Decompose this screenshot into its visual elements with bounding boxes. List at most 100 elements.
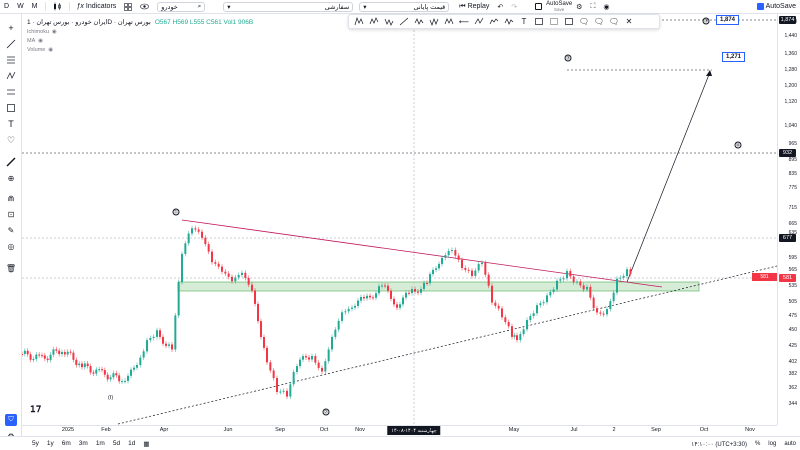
grid-icon — [124, 2, 133, 11]
range-5y[interactable]: 5y — [28, 440, 43, 447]
zigzag-tool-1[interactable] — [473, 16, 485, 27]
gear-icon: ⚙ — [576, 3, 583, 11]
range-6m[interactable]: 6m — [58, 440, 75, 447]
wave-label-2[interactable]: ② — [322, 408, 330, 416]
ruler-tool[interactable] — [5, 156, 17, 168]
candle-body — [58, 350, 61, 355]
autosave-right-button[interactable]: AutoSave — [753, 0, 800, 14]
range-3m[interactable]: 3m — [75, 440, 92, 447]
fullscreen-button[interactable]: ⛶ — [586, 0, 599, 14]
support-zone[interactable] — [177, 281, 700, 292]
rect-tool-2[interactable] — [563, 16, 575, 27]
candle-body — [484, 262, 487, 275]
autosave-toggle[interactable]: AutoSave Save — [546, 1, 572, 13]
timeframe-m[interactable]: M — [28, 0, 42, 14]
auto-toggle[interactable]: auto — [784, 441, 796, 447]
replay-button[interactable]: ⏮ Replay — [455, 0, 493, 14]
pattern-tool[interactable] — [5, 70, 17, 82]
chart-type-button[interactable] — [49, 0, 66, 14]
target-label-1271[interactable]: 1,271 — [722, 52, 746, 62]
visibility-tool[interactable]: ◎ — [5, 240, 17, 252]
pitchfork-tool[interactable] — [353, 16, 365, 27]
indicator-ma[interactable]: MA ◉ — [27, 38, 253, 44]
symbol-search-box[interactable]: خودرو ⌕ — [157, 1, 206, 12]
range-1y[interactable]: 1y — [43, 440, 58, 447]
clock-display[interactable]: ۱۴:۱۰:۰۰ (UTC+3:30) — [691, 441, 747, 448]
wave-label-1[interactable]: ① — [172, 208, 180, 216]
target-label-1874[interactable]: 1,874 — [716, 15, 740, 25]
comment-tool-2[interactable]: 🗨 — [593, 16, 605, 27]
line-tool[interactable] — [398, 16, 410, 27]
stay-drawing-tool[interactable]: ✎ — [5, 224, 17, 236]
zigzag-tool-3[interactable] — [503, 16, 515, 27]
projection-path[interactable] — [626, 71, 711, 283]
comment-tool-1[interactable]: 🗨 — [578, 16, 590, 27]
timeframe-d[interactable]: D — [0, 0, 13, 14]
shape-tool[interactable] — [5, 102, 17, 114]
layout-checkbox[interactable] — [531, 0, 546, 14]
forecast-tool[interactable] — [5, 86, 17, 98]
eye-icon[interactable]: ◉ — [52, 29, 57, 35]
percent-toggle[interactable]: % — [755, 441, 760, 447]
log-toggle[interactable]: log — [768, 441, 776, 447]
eye-icon[interactable]: ◉ — [48, 47, 53, 53]
candle-body — [254, 290, 256, 304]
timeframe-w[interactable]: W — [13, 0, 28, 14]
wave-tool-4[interactable] — [428, 16, 440, 27]
wave-tool-1[interactable] — [368, 16, 380, 27]
candle-body — [159, 330, 161, 337]
favorite-tool[interactable]: ♡ — [5, 134, 17, 146]
range-1d[interactable]: 1d — [124, 440, 139, 447]
rect-tool[interactable] — [533, 16, 545, 27]
wave-label-i[interactable]: (I) — [108, 395, 113, 401]
settings-button[interactable]: ⚙ — [572, 0, 586, 14]
candle-body — [251, 284, 253, 291]
time-tick-label: Nov — [355, 427, 365, 433]
wave-label-3-top[interactable]: ③ — [702, 17, 710, 25]
wave-tool-5[interactable] — [443, 16, 455, 27]
candle-body — [402, 297, 404, 305]
candle-body — [61, 352, 63, 355]
crosshair-tool[interactable]: + — [5, 22, 17, 34]
redo-button[interactable]: ↷ — [507, 0, 521, 14]
wave-tool-3[interactable] — [413, 16, 425, 27]
range-5d[interactable]: 5d — [109, 440, 124, 447]
eye-icon[interactable]: ◉ — [38, 38, 43, 44]
candle-body — [109, 377, 112, 380]
candle-body — [43, 355, 46, 359]
price-chart[interactable] — [22, 14, 777, 425]
candle-body — [504, 317, 507, 322]
magnet-tool[interactable]: ⋒ — [5, 192, 17, 204]
templates-button[interactable] — [120, 0, 136, 14]
range-1m[interactable]: 1m — [92, 440, 109, 447]
close-toolbar[interactable]: ✕ — [623, 16, 635, 27]
wave-label-3[interactable]: ③ — [564, 54, 572, 62]
lock-tool[interactable]: ⊡ — [5, 208, 17, 220]
price-axis[interactable]: 932 677 581 1,5201,4401,3601,2801,2001,1… — [777, 14, 800, 425]
trendline-tool[interactable] — [5, 38, 17, 50]
wave-label-4[interactable]: ④ — [734, 141, 742, 149]
custom-dropdown[interactable]: ▾ سفارشی — [223, 1, 354, 12]
zoom-tool[interactable]: ⊕ — [5, 172, 17, 184]
wave-tool-2[interactable] — [383, 16, 395, 27]
dashed-rect-tool[interactable] — [548, 16, 560, 27]
indicators-button[interactable]: ƒx Indicators — [73, 0, 121, 14]
text-tool[interactable]: T — [5, 118, 17, 130]
eye-icon — [140, 3, 150, 10]
time-axis[interactable]: چهارشنبه ۱۴۰۴-۰۸-۱۴ 2025 Feb Apr Jun Sep Oct N… — [22, 425, 777, 435]
zigzag-tool-2[interactable] — [488, 16, 500, 27]
comment-tool-3[interactable]: 🗨 — [608, 16, 620, 27]
text-tool-2[interactable]: T — [518, 16, 530, 27]
descending-trendline[interactable] — [181, 219, 663, 288]
watchlist-tool[interactable]: ⛉ — [5, 414, 17, 426]
hide-button[interactable] — [136, 0, 153, 14]
arrow-left-tool[interactable]: ⟵ — [458, 16, 470, 27]
price-source-dropdown[interactable]: ▾ قیمت پایانی — [359, 1, 450, 12]
indicator-volume[interactable]: Volume ◉ — [27, 47, 253, 53]
snapshot-button[interactable]: ◉ — [599, 0, 613, 14]
date-range-button[interactable]: ▦ — [139, 437, 153, 450]
fib-tool[interactable] — [5, 54, 17, 66]
trash-tool[interactable]: 🗑 — [5, 262, 17, 274]
undo-button[interactable]: ↶ — [493, 0, 507, 14]
indicator-ichimoku[interactable]: Ichimoku ◉ — [27, 29, 253, 35]
